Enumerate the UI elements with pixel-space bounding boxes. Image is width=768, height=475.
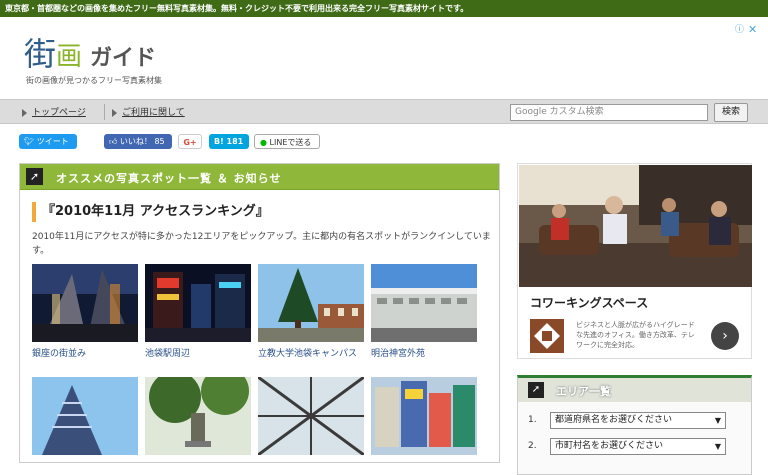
line-share-button[interactable]: ● LINEで送る bbox=[254, 134, 320, 149]
photo-row2-4[interactable] bbox=[371, 377, 477, 455]
article-title[interactable]: 『2010年11月 アクセスランキング』 bbox=[32, 202, 269, 222]
tweet-button[interactable]: 🐦︎ ツイート bbox=[19, 134, 77, 149]
chevron-down-icon: ▼ bbox=[714, 416, 721, 425]
ad-info-icon[interactable]: ⓘ bbox=[735, 25, 746, 36]
photo-ikebukuro[interactable] bbox=[145, 264, 251, 342]
photo-caption[interactable]: 明治神宮外苑 bbox=[371, 348, 425, 361]
twitter-bird-icon: 🐦︎ bbox=[24, 137, 37, 146]
article-description: 2010年11月にアクセスが特に多かった12エリアをピックアップ。主に都内の有名… bbox=[32, 232, 491, 256]
area-list-panel: ➚ エリア一覧 1. 都道府県名をお選びください ▼ 2. 市町村名をお選びくださ… bbox=[517, 375, 752, 475]
photo-meiji-jingu-gaien[interactable] bbox=[371, 264, 477, 342]
photo-caption[interactable]: 池袋駅周辺 bbox=[145, 348, 190, 361]
chevron-right-icon[interactable]: › bbox=[711, 322, 739, 350]
photo-caption[interactable]: 銀座の街並み bbox=[32, 348, 86, 361]
ad-close-icon[interactable]: ✕ bbox=[748, 24, 760, 36]
city-select[interactable]: 市町村名をお選びください ▼ bbox=[550, 438, 726, 455]
ad-image[interactable] bbox=[519, 165, 752, 287]
search-input[interactable]: Google カスタム検索 bbox=[510, 104, 708, 121]
ad-title[interactable]: コワーキングスペース bbox=[530, 294, 648, 311]
site-header: 街画 ガイド 街の画像が見つかるフリー写真素材集 ⓘ ✕ bbox=[0, 17, 768, 99]
photo-ginza[interactable] bbox=[32, 264, 138, 342]
prefecture-select[interactable]: 都道府県名をお選びください ▼ bbox=[550, 412, 726, 429]
photo-rikkyo[interactable] bbox=[258, 264, 364, 342]
arrow-box-icon: ➚ bbox=[528, 382, 544, 398]
area-list-title: エリア一覧 bbox=[556, 385, 611, 398]
photo-row2-3[interactable] bbox=[258, 377, 364, 455]
sidebar-ad[interactable]: コワーキングスペース ビジネスと人脈が広がるハイグレードな先進のオフィス。働き方… bbox=[517, 163, 752, 359]
area-list-header: ➚ エリア一覧 bbox=[518, 378, 751, 402]
logo-subtitle: 街の画像が見つかるフリー写真素材集 bbox=[26, 76, 162, 85]
nav-item-top-page[interactable]: トップページ bbox=[22, 105, 86, 118]
area-select-row: 2. 市町村名をお選びください ▼ bbox=[528, 438, 738, 456]
line-icon: ● bbox=[260, 138, 270, 147]
arrow-right-icon bbox=[112, 108, 117, 117]
logo-wordmark: 街画 ガイド bbox=[24, 35, 157, 73]
area-select-row: 1. 都道府県名をお選びください ▼ bbox=[528, 412, 738, 430]
facebook-like-button[interactable]: 👍︎ いいね！ 85 bbox=[104, 134, 172, 149]
photo-row2-2[interactable] bbox=[145, 377, 251, 455]
nav-bar: トップページ ご利用に関して Google カスタム検索 検索 bbox=[0, 99, 768, 124]
panel-header: ➚ オススメの写真スポット一覧 ＆ お知らせ bbox=[20, 164, 499, 190]
chevron-down-icon: ▼ bbox=[714, 442, 721, 451]
nav-item-usage[interactable]: ご利用に関して bbox=[112, 105, 185, 118]
ad-description: ビジネスと人脈が広がるハイグレードな先進のオフィス。働き方改革、テレワークに完全… bbox=[576, 321, 695, 349]
area-row-number: 1. bbox=[528, 415, 537, 425]
top-description-bar: 東京都・首都圏などの画像を集めたフリー無料写真素材集。無料・クレジット不要で利用… bbox=[0, 0, 768, 17]
site-logo[interactable]: 街画 ガイド 街の画像が見つかるフリー写真素材集 bbox=[24, 29, 184, 91]
area-row-number: 2. bbox=[528, 441, 537, 451]
sidebar: コワーキングスペース ビジネスと人脈が広がるハイグレードな先進のオフィス。働き方… bbox=[517, 163, 752, 475]
google-plus-button[interactable]: G+ bbox=[178, 134, 202, 149]
arrow-box-icon: ➚ bbox=[26, 168, 43, 185]
share-buttons: 🐦︎ ツイート 👍︎ いいね！ 85 G+ B! 181 ● LINEで送る bbox=[0, 134, 500, 152]
thumbs-up-icon: 👍︎ bbox=[109, 137, 120, 146]
ad-brand-logo bbox=[530, 319, 564, 353]
panel-title: オススメの写真スポット一覧 ＆ お知らせ bbox=[56, 172, 282, 185]
search-button[interactable]: 検索 bbox=[714, 103, 748, 122]
arrow-right-icon bbox=[22, 108, 27, 117]
photo-row2-1[interactable] bbox=[32, 377, 138, 455]
hatena-bookmark-button[interactable]: B! 181 bbox=[209, 134, 249, 149]
photo-caption[interactable]: 立教大学池袋キャンパス bbox=[258, 348, 366, 361]
main-panel: ➚ オススメの写真スポット一覧 ＆ お知らせ 『2010年11月 アクセスランキ… bbox=[19, 163, 500, 463]
nav-divider bbox=[104, 104, 105, 120]
